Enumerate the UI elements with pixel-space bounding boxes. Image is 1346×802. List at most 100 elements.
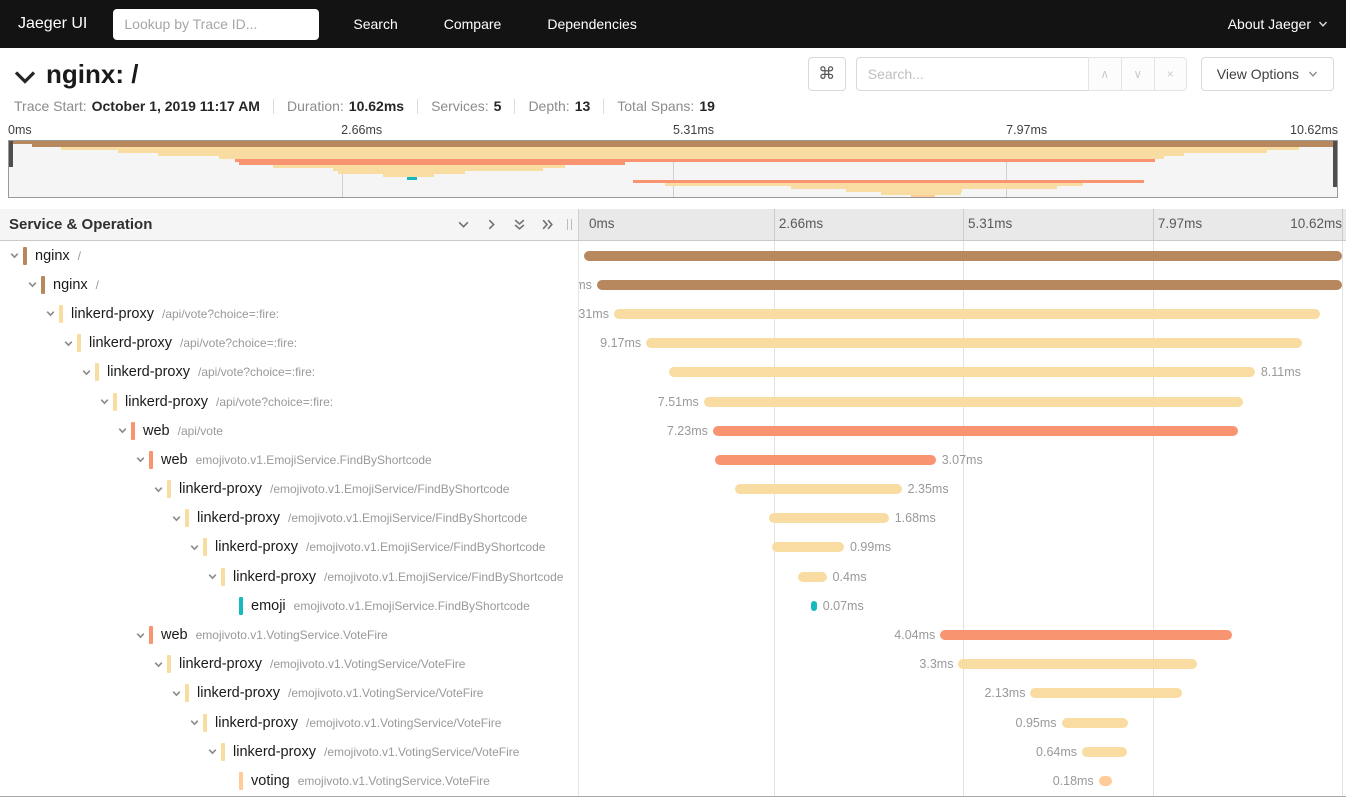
column-resize-grip[interactable] — [567, 219, 572, 230]
span-row[interactable]: linkerd-proxy/emojivoto.v1.VotingService… — [0, 737, 1346, 766]
keyboard-shortcuts-button[interactable]: ⌘ — [808, 57, 846, 91]
span-timeline-cell[interactable]: 0.95ms — [579, 708, 1346, 737]
chevron-down-icon[interactable] — [188, 542, 201, 553]
span-timeline-cell[interactable] — [579, 241, 1346, 270]
span-row[interactable]: linkerd-proxy/emojivoto.v1.VotingService… — [0, 650, 1346, 679]
span-tree-cell[interactable]: nginx/ — [0, 270, 579, 299]
span-row[interactable]: linkerd-proxy/emojivoto.v1.EmojiService/… — [0, 562, 1346, 591]
span-timeline-cell[interactable]: 3.3ms — [579, 650, 1346, 679]
span-row[interactable]: webemojivoto.v1.EmojiService.FindByShort… — [0, 445, 1346, 474]
chevron-down-icon[interactable] — [152, 659, 165, 670]
span-timeline-cell[interactable]: 0.07ms — [579, 591, 1346, 620]
span-row[interactable]: linkerd-proxy/api/vote?choice=:fire:8.11… — [0, 358, 1346, 387]
collapse-all-icon[interactable] — [513, 218, 526, 231]
span-timeline-cell[interactable]: 2.35ms — [579, 475, 1346, 504]
span-duration-bar[interactable] — [1062, 718, 1129, 728]
chevron-down-icon[interactable] — [44, 308, 57, 319]
span-tree-cell[interactable]: linkerd-proxy/emojivoto.v1.EmojiService/… — [0, 475, 579, 504]
chevron-down-icon[interactable] — [26, 279, 39, 290]
span-row[interactable]: emojiemojivoto.v1.EmojiService.FindBySho… — [0, 591, 1346, 620]
span-row[interactable]: linkerd-proxy/emojivoto.v1.VotingService… — [0, 679, 1346, 708]
span-tree-cell[interactable]: linkerd-proxy/api/vote?choice=:fire: — [0, 299, 579, 328]
span-tree-cell[interactable]: linkerd-proxy/emojivoto.v1.EmojiService/… — [0, 533, 579, 562]
span-duration-bar[interactable] — [646, 338, 1302, 348]
span-row[interactable]: linkerd-proxy/api/vote?choice=:fire:31ms — [0, 299, 1346, 328]
span-duration-bar[interactable] — [798, 572, 827, 582]
search-next-button[interactable]: ∨ — [1121, 57, 1154, 91]
span-duration-bar[interactable] — [1082, 747, 1127, 757]
span-row[interactable]: linkerd-proxy/emojivoto.v1.EmojiService/… — [0, 504, 1346, 533]
span-tree-cell[interactable]: linkerd-proxy/emojivoto.v1.VotingService… — [0, 737, 579, 766]
nav-link-compare[interactable]: Compare — [444, 16, 502, 32]
expand-one-icon[interactable] — [485, 218, 498, 231]
span-timeline-cell[interactable]: 0.18ms — [579, 766, 1346, 795]
span-tree-cell[interactable]: webemojivoto.v1.EmojiService.FindByShort… — [0, 445, 579, 474]
span-timeline-cell[interactable]: 0.99ms — [579, 533, 1346, 562]
span-tree-cell[interactable]: linkerd-proxy/emojivoto.v1.VotingService… — [0, 650, 579, 679]
span-duration-bar[interactable] — [735, 484, 902, 494]
chevron-down-icon[interactable] — [170, 688, 183, 699]
span-tree-cell[interactable]: emojiemojivoto.v1.EmojiService.FindBySho… — [0, 591, 579, 620]
span-duration-bar[interactable] — [614, 309, 1320, 319]
chevron-down-icon[interactable] — [134, 454, 147, 465]
span-duration-bar[interactable] — [772, 542, 844, 552]
chevron-down-icon[interactable] — [206, 571, 219, 582]
span-duration-bar[interactable] — [1030, 688, 1182, 698]
span-row[interactable]: votingemojivoto.v1.VotingService.VoteFir… — [0, 766, 1346, 795]
span-timeline-cell[interactable]: 0.64ms — [579, 737, 1346, 766]
span-duration-bar[interactable] — [713, 426, 1238, 436]
collapse-trace-chevron-icon[interactable] — [14, 69, 36, 85]
app-brand[interactable]: Jaeger UI — [18, 15, 87, 33]
minimap-right-scrubber-handle[interactable] — [1333, 141, 1337, 187]
chevron-down-icon[interactable] — [62, 338, 75, 349]
span-tree-cell[interactable]: web/api/vote — [0, 416, 579, 445]
span-timeline-cell[interactable]: 0.4ms — [579, 562, 1346, 591]
span-tree-cell[interactable]: linkerd-proxy/emojivoto.v1.EmojiService/… — [0, 504, 579, 533]
chevron-down-icon[interactable] — [170, 513, 183, 524]
span-row[interactable]: nginx/ — [0, 241, 1346, 270]
nav-link-search[interactable]: Search — [353, 16, 397, 32]
span-duration-bar[interactable] — [669, 367, 1255, 377]
chevron-down-icon[interactable] — [8, 250, 21, 261]
span-tree-cell[interactable]: linkerd-proxy/api/vote?choice=:fire: — [0, 358, 579, 387]
span-duration-bar[interactable] — [769, 513, 889, 523]
chevron-down-icon[interactable] — [80, 367, 93, 378]
chevron-down-icon[interactable] — [206, 746, 219, 757]
span-duration-bar[interactable] — [940, 630, 1232, 640]
about-jaeger-menu[interactable]: About Jaeger — [1228, 16, 1328, 32]
span-tree-cell[interactable]: linkerd-proxy/api/vote?choice=:fire: — [0, 329, 579, 358]
span-duration-bar[interactable] — [584, 251, 1342, 261]
span-tree-cell[interactable]: linkerd-proxy/api/vote?choice=:fire: — [0, 387, 579, 416]
span-row[interactable]: linkerd-proxy/emojivoto.v1.EmojiService/… — [0, 475, 1346, 504]
chevron-down-icon[interactable] — [152, 484, 165, 495]
expand-all-icon[interactable] — [541, 218, 554, 231]
span-timeline-cell[interactable]: 8.11ms — [579, 358, 1346, 387]
span-duration-bar[interactable] — [715, 455, 936, 465]
span-row[interactable]: linkerd-proxy/emojivoto.v1.EmojiService/… — [0, 533, 1346, 562]
span-duration-bar[interactable] — [704, 397, 1244, 407]
chevron-down-icon[interactable] — [98, 396, 111, 407]
span-row[interactable]: linkerd-proxy/api/vote?choice=:fire:7.51… — [0, 387, 1346, 416]
span-tree-cell[interactable]: linkerd-proxy/emojivoto.v1.EmojiService/… — [0, 562, 579, 591]
span-row[interactable]: linkerd-proxy/api/vote?choice=:fire:9.17… — [0, 329, 1346, 358]
span-timeline-cell[interactable]: 3.07ms — [579, 445, 1346, 474]
view-options-button[interactable]: View Options — [1201, 57, 1334, 91]
chevron-down-icon[interactable] — [188, 717, 201, 728]
span-duration-bar[interactable] — [811, 601, 816, 611]
search-prev-button[interactable]: ∧ — [1088, 57, 1121, 91]
span-timeline-cell[interactable]: 7.51ms — [579, 387, 1346, 416]
chevron-down-icon[interactable] — [134, 630, 147, 641]
span-timeline-cell[interactable]: 9.17ms — [579, 329, 1346, 358]
span-duration-bar[interactable] — [1099, 776, 1113, 786]
span-duration-bar[interactable] — [597, 280, 1342, 290]
span-row[interactable]: webemojivoto.v1.VotingService.VoteFire4.… — [0, 620, 1346, 649]
span-tree-cell[interactable]: linkerd-proxy/emojivoto.v1.VotingService… — [0, 708, 579, 737]
span-timeline-cell[interactable]: 1.68ms — [579, 504, 1346, 533]
span-timeline-cell[interactable]: 2.13ms — [579, 679, 1346, 708]
collapse-one-icon[interactable] — [457, 218, 470, 231]
span-tree-cell[interactable]: webemojivoto.v1.VotingService.VoteFire — [0, 620, 579, 649]
span-tree-cell[interactable]: nginx/ — [0, 241, 579, 270]
span-row[interactable]: linkerd-proxy/emojivoto.v1.VotingService… — [0, 708, 1346, 737]
span-row[interactable]: nginx/ms — [0, 270, 1346, 299]
span-tree-cell[interactable]: linkerd-proxy/emojivoto.v1.VotingService… — [0, 679, 579, 708]
